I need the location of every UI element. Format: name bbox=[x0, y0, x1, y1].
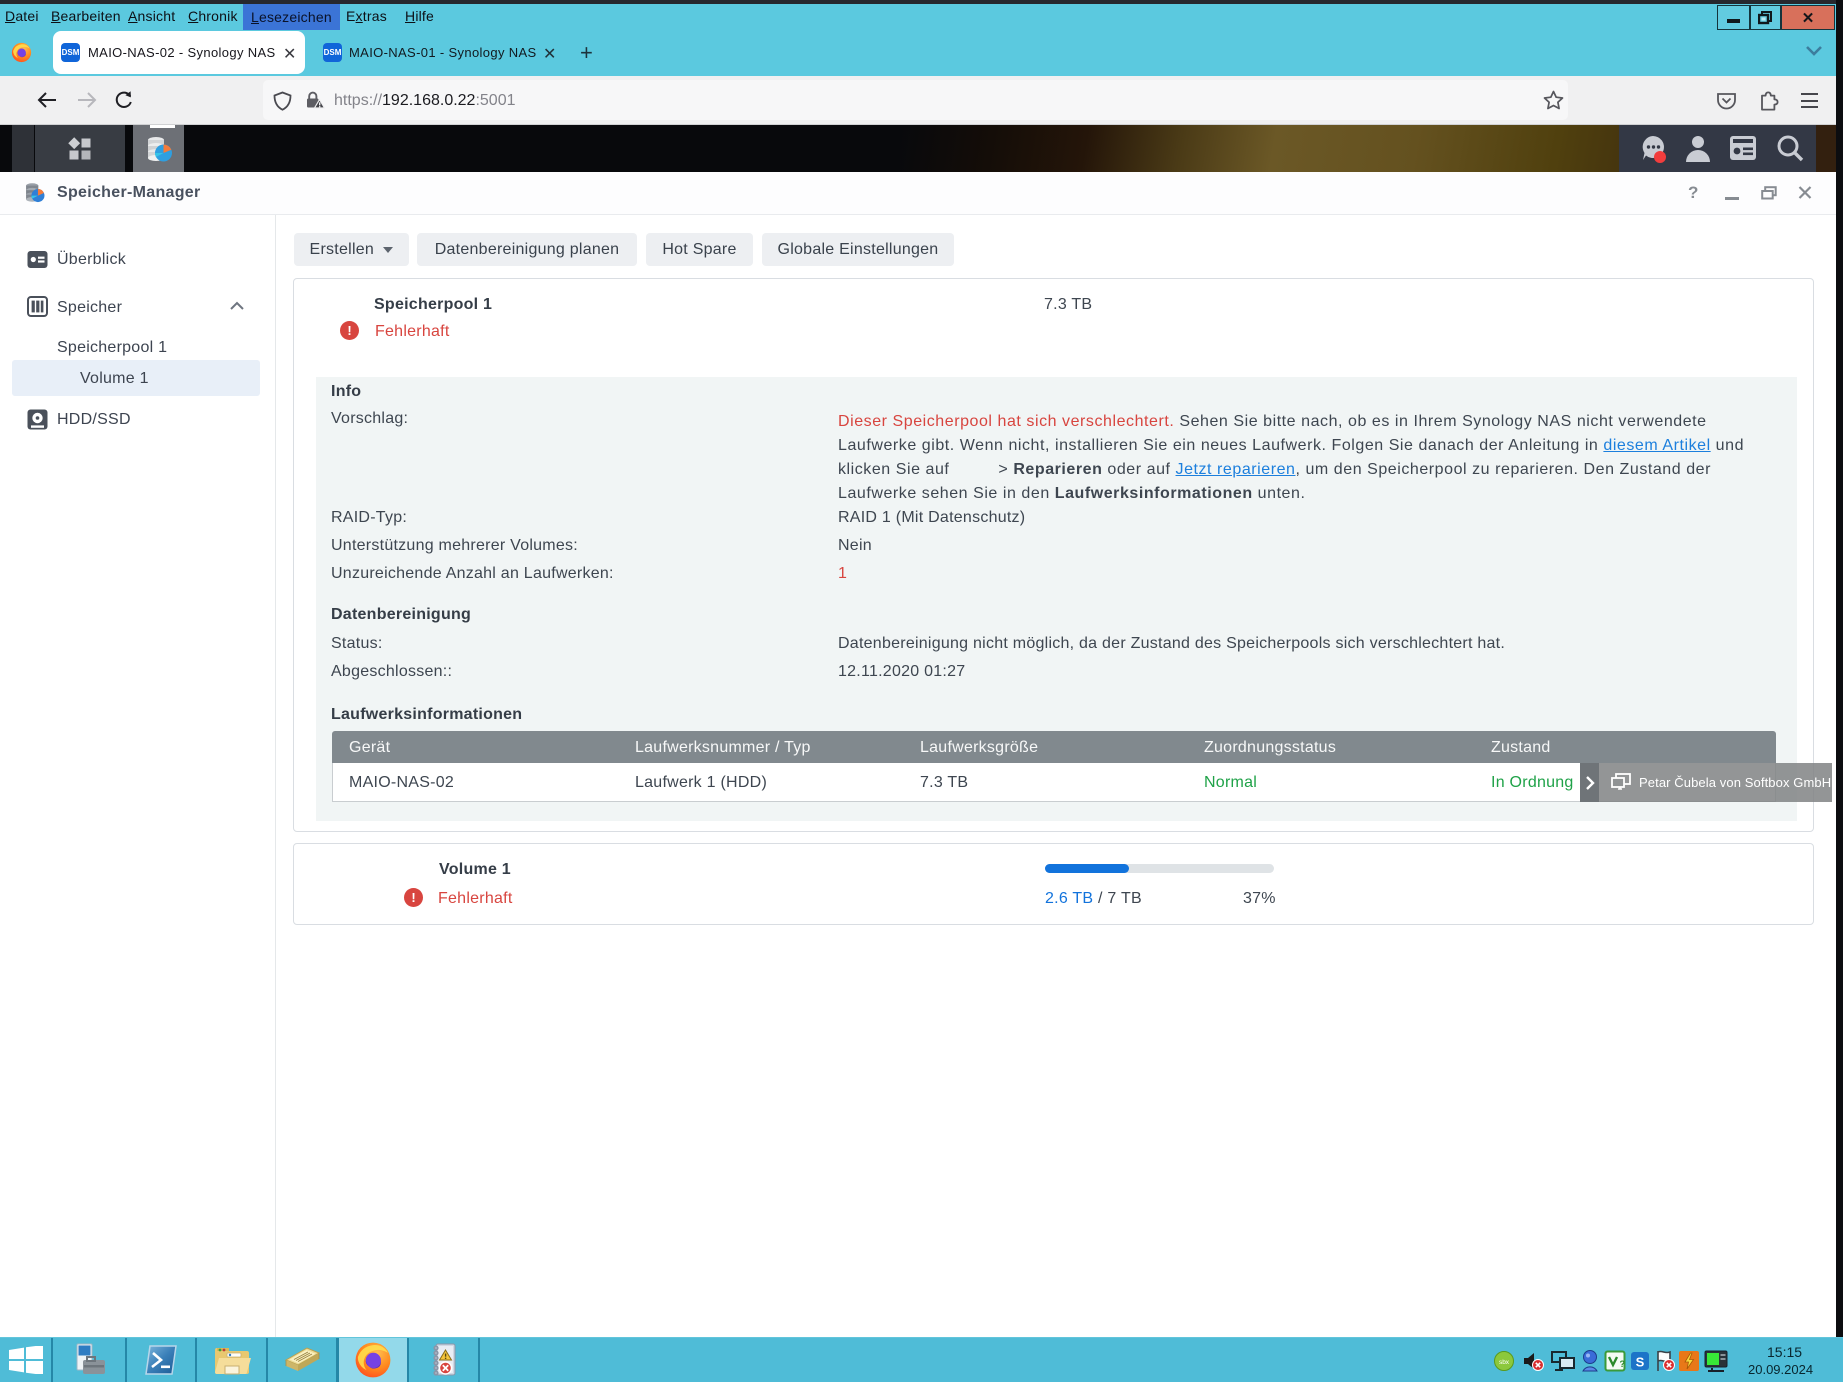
svg-text:S: S bbox=[1636, 1355, 1645, 1370]
svg-text:sbx: sbx bbox=[1499, 1359, 1510, 1366]
svg-text:?: ? bbox=[1620, 1359, 1626, 1369]
